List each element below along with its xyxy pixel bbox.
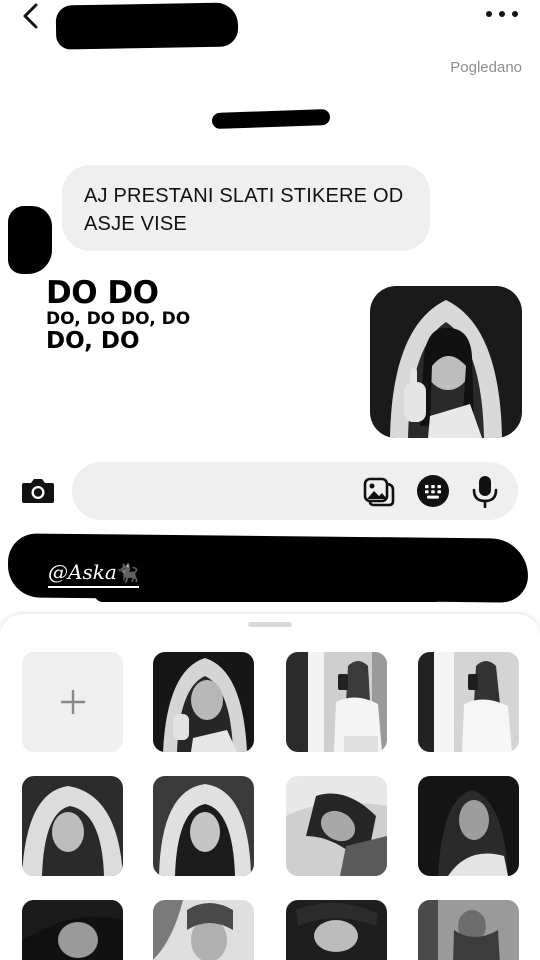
back-button[interactable]: [18, 2, 46, 30]
media-picker-sheet[interactable]: [0, 614, 540, 960]
gallery-thumbnail[interactable]: [153, 652, 254, 752]
more-horizontal-icon: [486, 11, 492, 17]
gallery-thumbnail[interactable]: [418, 652, 519, 752]
gallery-thumbnail[interactable]: [418, 776, 519, 876]
gallery-icon: [363, 477, 395, 507]
redacted-avatar: [8, 206, 52, 274]
text-sticker[interactable]: DO DO DO, DO DO, DO DO, DO: [46, 276, 190, 354]
gallery-thumbnail[interactable]: [286, 900, 387, 960]
message-text: AJ PRESTANI SLATI STIKERE OD ASJE VISE: [84, 185, 404, 235]
sticker-line-1: DO DO: [46, 275, 159, 311]
microphone-icon: [472, 476, 498, 509]
cat-emoji: 🐈‍⬛: [116, 563, 140, 584]
plus-icon: [60, 690, 85, 714]
photo-message-image: [370, 286, 522, 438]
sticker-line-2: DO, DO DO, DO: [46, 309, 191, 329]
gallery-thumbnail[interactable]: [153, 776, 254, 876]
add-media-button[interactable]: [22, 652, 123, 752]
gallery-thumbnail[interactable]: [22, 900, 123, 960]
caption-tag: @Aska🐈‍⬛: [48, 560, 140, 588]
message-input[interactable]: [72, 462, 518, 520]
voice-message-button[interactable]: [470, 474, 500, 509]
gallery-thumbnail[interactable]: [153, 900, 254, 960]
redacted-sender-name: [211, 108, 331, 130]
chevron-left-icon: [23, 3, 38, 29]
redacted-caption-extra: [94, 584, 444, 602]
seen-status: Pogledano: [450, 59, 522, 76]
gallery-button[interactable]: [362, 474, 396, 508]
gallery-thumbnail[interactable]: [418, 900, 519, 960]
more-options-button[interactable]: [486, 8, 518, 20]
gallery-thumbnail[interactable]: [22, 776, 123, 876]
photo-message[interactable]: [370, 286, 522, 438]
redacted-username: [55, 2, 239, 50]
incoming-message-bubble[interactable]: AJ PRESTANI SLATI STIKERE OD ASJE VISE: [62, 165, 430, 251]
caption-tag-text: @Aska: [48, 560, 117, 584]
sheet-grabber[interactable]: [248, 622, 292, 627]
sticker-line-3: DO, DO: [46, 328, 140, 354]
gallery-thumbnail[interactable]: [286, 776, 387, 876]
sticker-button[interactable]: [416, 474, 450, 508]
sticker-icon: [417, 475, 449, 507]
camera-icon: [22, 479, 54, 503]
camera-button[interactable]: [20, 475, 56, 507]
gallery-thumbnail[interactable]: [286, 652, 387, 752]
